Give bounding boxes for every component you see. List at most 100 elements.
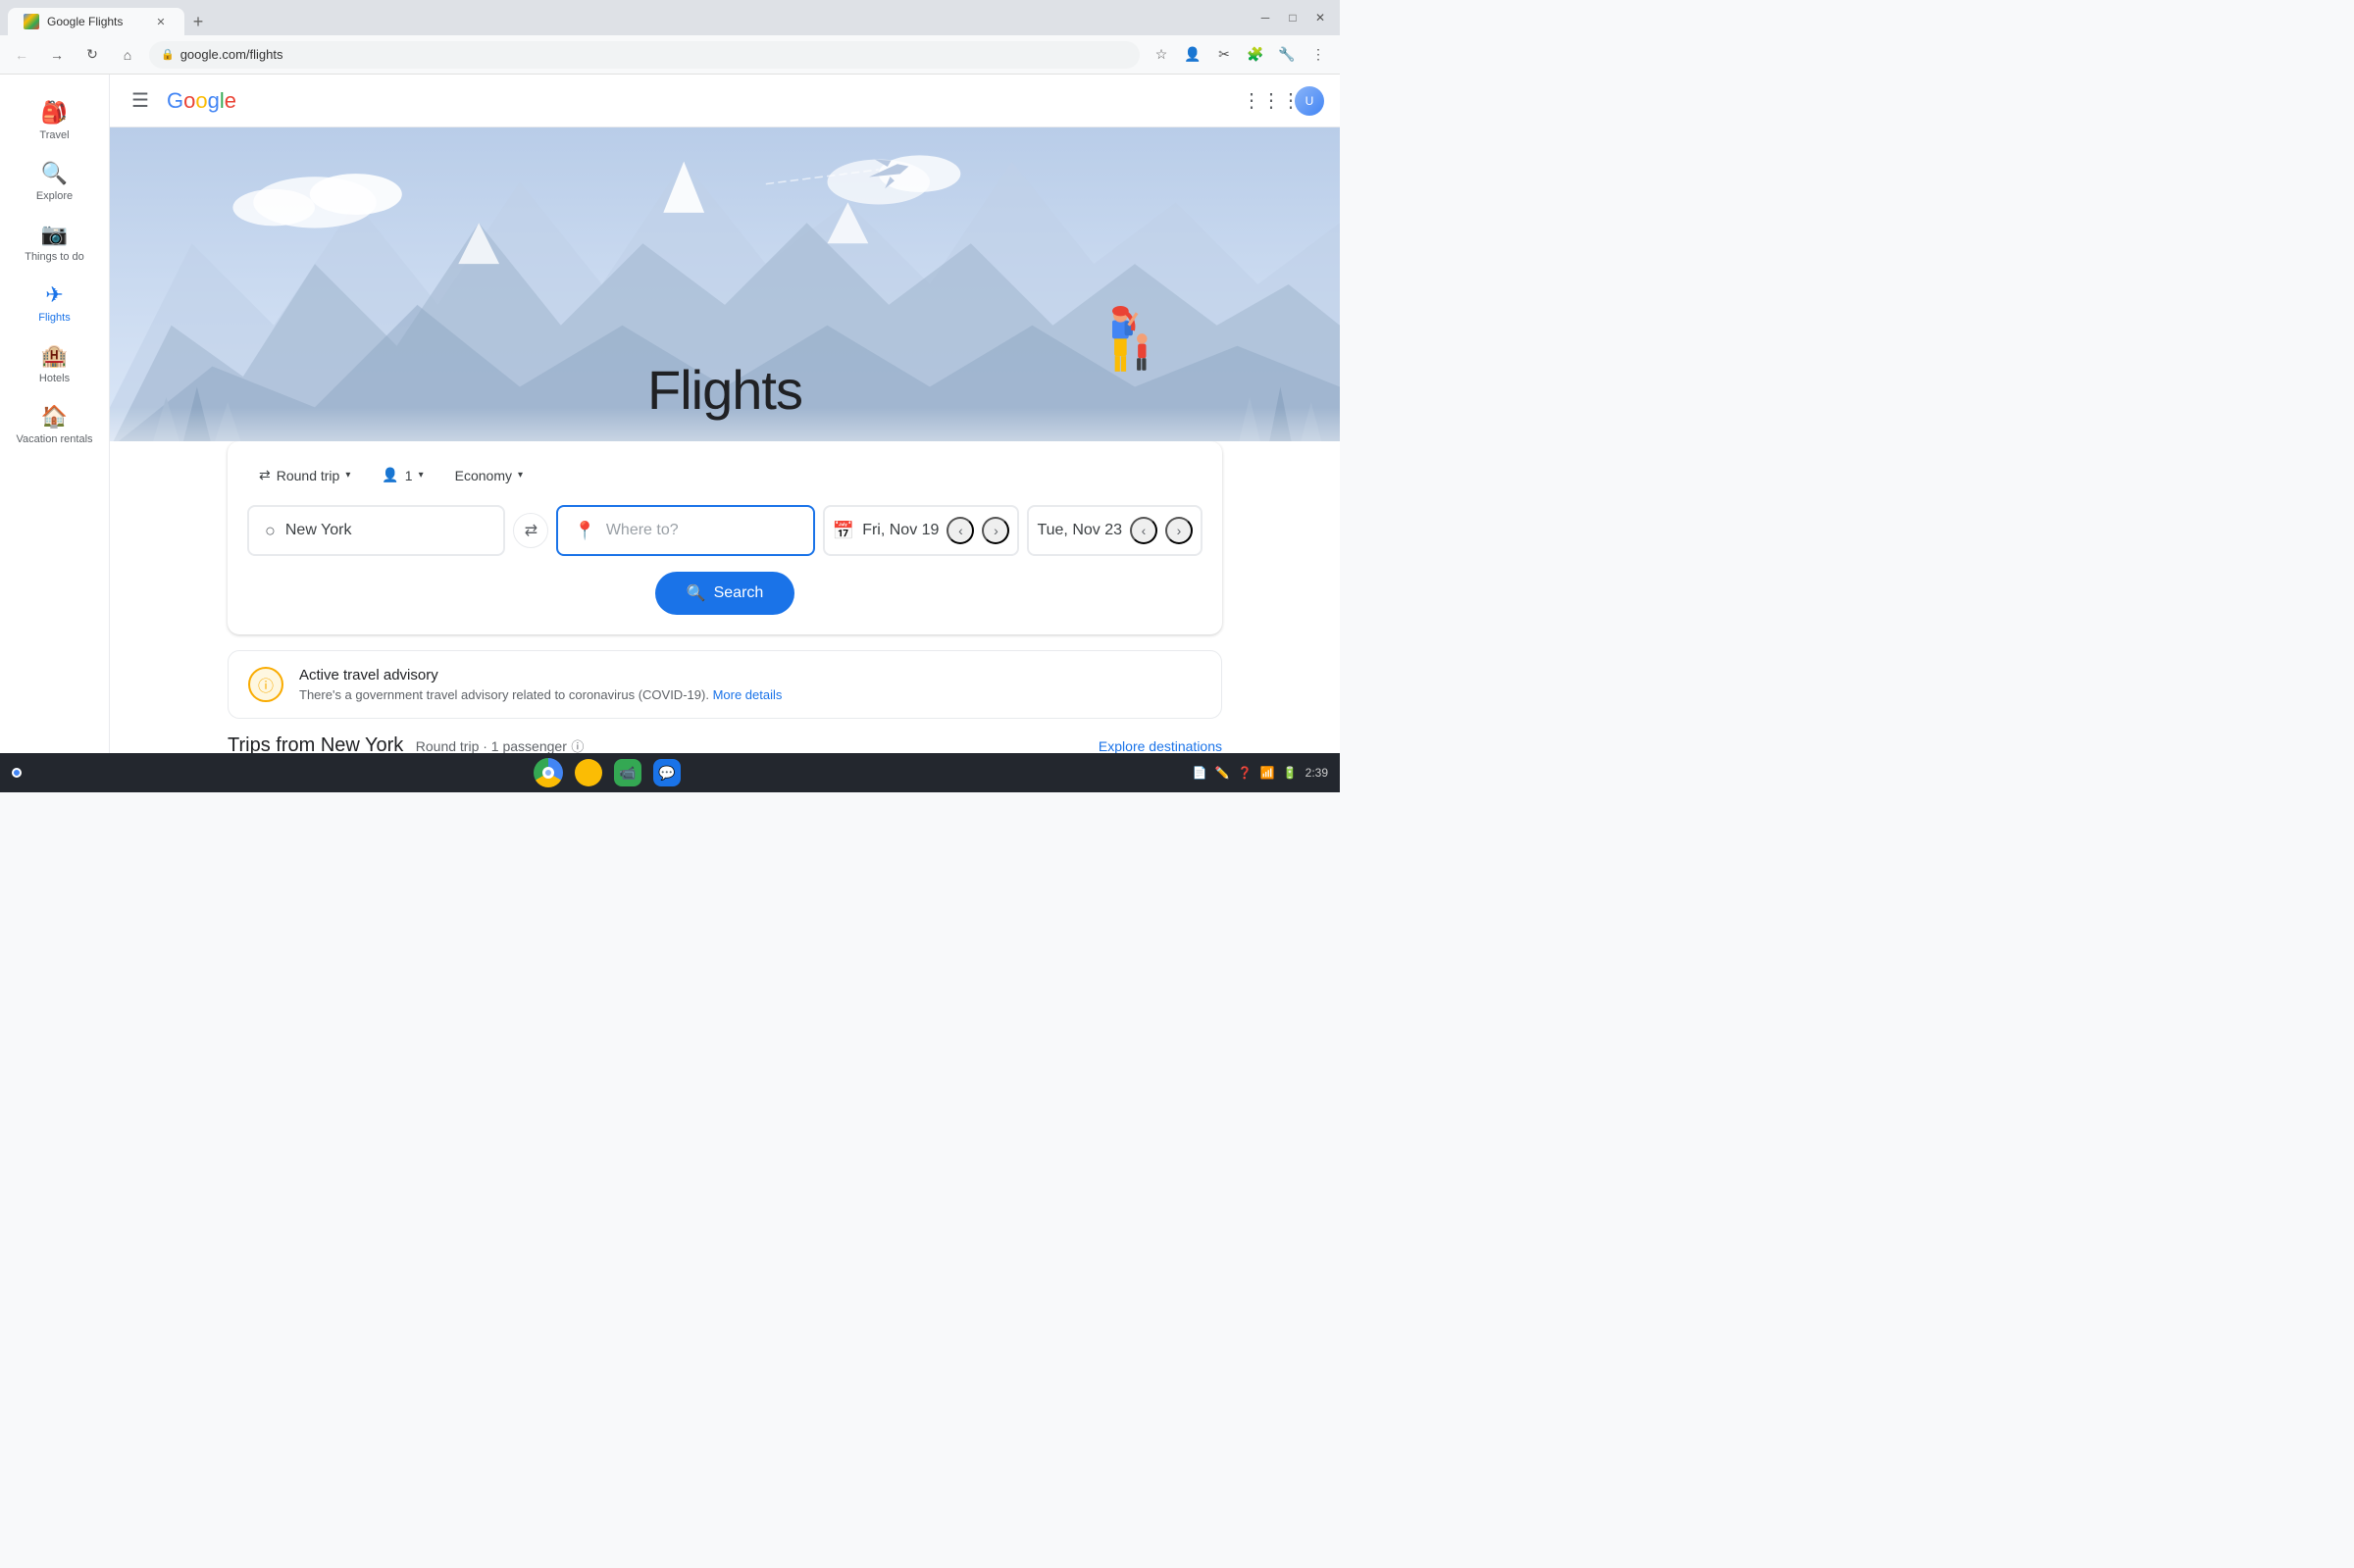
close-button[interactable]: ✕ <box>1308 6 1332 29</box>
refresh-button[interactable]: ↻ <box>78 41 106 69</box>
taskbar-pen-icon: ✏️ <box>1215 766 1230 780</box>
explore-destinations-link[interactable]: Explore destinations <box>1099 738 1222 754</box>
sidebar-label-travel: Travel <box>39 129 69 141</box>
advisory-info-icon: ⓘ <box>248 667 283 702</box>
sidebar-label-things-to-do: Things to do <box>25 251 84 263</box>
origin-field[interactable]: ○ New York <box>247 505 505 556</box>
trips-header: Trips from New York Round trip · 1 passe… <box>228 734 1222 753</box>
explore-icon: 🔍 <box>41 161 68 186</box>
extension-puzzle-icon[interactable]: 🧩 <box>1242 41 1269 69</box>
taskbar-app-icon-3[interactable]: 💬 <box>653 759 681 786</box>
active-tab[interactable]: Google Flights ✕ <box>8 8 184 35</box>
page-title: Flights <box>647 358 802 422</box>
lock-icon: 🔒 <box>161 48 175 61</box>
sidebar-item-vacation-rentals[interactable]: 🏠 Vacation rentals <box>0 394 109 455</box>
google-apps-button[interactable]: ⋮⋮⋮ <box>1255 85 1287 117</box>
things-to-do-icon: 📷 <box>41 222 68 247</box>
sidebar-item-travel[interactable]: 🎒 Travel <box>0 90 109 151</box>
trips-info-icon: ⓘ <box>571 739 584 753</box>
search-button[interactable]: 🔍 Search <box>655 572 795 615</box>
hotels-icon: 🏨 <box>41 343 68 369</box>
minimize-button[interactable]: ─ <box>1254 6 1277 29</box>
tab-close-button[interactable]: ✕ <box>153 14 169 29</box>
taskbar-app-icon-2[interactable]: 📹 <box>614 759 641 786</box>
search-panel: ⇄ Round trip ▾ 👤 1 ▾ Economy ▾ ○ <box>228 441 1222 634</box>
sidebar-item-flights[interactable]: ✈ Flights <box>0 273 109 333</box>
cabin-class-chevron: ▾ <box>518 470 523 481</box>
extension-icon[interactable]: 🔧 <box>1273 41 1301 69</box>
maximize-button[interactable]: □ <box>1281 6 1305 29</box>
departure-date-value: Fri, Nov 19 <box>862 522 939 539</box>
sidebar-label-explore: Explore <box>36 190 73 202</box>
passengers-label: 1 <box>405 468 413 483</box>
address-bar[interactable]: 🔒 google.com/flights <box>149 41 1140 69</box>
tab-title: Google Flights <box>47 15 145 28</box>
return-date-prev[interactable]: ‹ <box>1130 517 1157 544</box>
swap-airports-button[interactable]: ⇄ <box>513 513 548 548</box>
page: 🎒 Travel 🔍 Explore 📷 Things to do ✈ Flig… <box>0 75 1340 753</box>
departure-date-field[interactable]: 📅 Fri, Nov 19 ‹ › <box>823 505 1020 556</box>
departure-date-next[interactable]: › <box>982 517 1009 544</box>
departure-date-prev[interactable]: ‹ <box>947 517 974 544</box>
profile-icon[interactable]: 👤 <box>1179 41 1206 69</box>
window-controls: ─ □ ✕ <box>1254 6 1332 29</box>
tab-area: Google Flights ✕ + <box>8 0 1246 35</box>
header-left: ☰ Google <box>126 82 236 119</box>
person-icon: 👤 <box>382 467 398 483</box>
forward-button[interactable]: → <box>43 41 71 69</box>
trips-subtitle: Round trip · 1 passenger <box>416 738 567 753</box>
toolbar-actions: ☆ 👤 ✂ 🧩 🔧 ⋮ <box>1148 41 1332 69</box>
origin-dot-icon: ○ <box>265 521 276 541</box>
destination-field[interactable]: 📍 Where to? <box>556 505 814 556</box>
location-pin-icon: 📍 <box>574 521 595 541</box>
taskbar: 📹 💬 📄 ✏️ ❓ 📶 🔋 2:39 <box>0 753 1340 792</box>
bookmark-button[interactable]: ☆ <box>1148 41 1175 69</box>
destination-placeholder: Where to? <box>606 522 679 539</box>
trip-type-label: Round trip <box>277 468 340 483</box>
return-date-value: Tue, Nov 23 <box>1037 522 1122 539</box>
cabin-class-button[interactable]: Economy ▾ <box>443 462 535 489</box>
main-content: ☰ Google ⋮⋮⋮ U <box>110 75 1340 753</box>
new-tab-button[interactable]: + <box>184 8 212 35</box>
trip-type-chevron: ▾ <box>345 470 350 481</box>
taskbar-app-icon-1[interactable] <box>575 759 602 786</box>
extension-scissors-icon[interactable]: ✂ <box>1210 41 1238 69</box>
origin-value: New York <box>285 522 352 539</box>
battery-icon: 🔋 <box>1283 766 1298 780</box>
sidebar: 🎒 Travel 🔍 Explore 📷 Things to do ✈ Flig… <box>0 75 110 753</box>
home-button[interactable]: ⌂ <box>114 41 141 69</box>
back-button[interactable]: ← <box>8 41 35 69</box>
sidebar-item-things-to-do[interactable]: 📷 Things to do <box>0 212 109 273</box>
trips-section: Trips from New York Round trip · 1 passe… <box>228 734 1222 753</box>
search-button-label: Search <box>714 584 764 602</box>
hamburger-menu[interactable]: ☰ <box>126 82 155 119</box>
passengers-button[interactable]: 👤 1 ▾ <box>370 461 435 489</box>
search-btn-container: 🔍 Search <box>247 572 1203 615</box>
taskbar-chrome-icon[interactable] <box>534 758 563 787</box>
browser-titlebar: Google Flights ✕ + ─ □ ✕ <box>0 0 1340 35</box>
calendar-icon: 📅 <box>833 521 854 541</box>
advisory-content: Active travel advisory There's a governm… <box>299 667 782 702</box>
avatar-initial: U <box>1305 94 1314 108</box>
taskbar-help-icon: ❓ <box>1238 766 1253 780</box>
swap-arrows-icon: ⇄ <box>525 521 537 540</box>
return-date-field[interactable]: Tue, Nov 23 ‹ › <box>1027 505 1203 556</box>
url-text: google.com/flights <box>180 47 283 62</box>
taskbar-center: 📹 💬 <box>534 758 681 787</box>
travel-advisory-banner: ⓘ Active travel advisory There's a gover… <box>228 650 1222 719</box>
search-options-row: ⇄ Round trip ▾ 👤 1 ▾ Economy ▾ <box>247 461 1203 489</box>
trips-title: Trips from New York <box>228 734 403 753</box>
sidebar-item-explore[interactable]: 🔍 Explore <box>0 151 109 212</box>
advisory-more-details-link[interactable]: More details <box>713 687 783 702</box>
advisory-text: There's a government travel advisory rel… <box>299 687 782 702</box>
swap-icon: ⇄ <box>259 467 271 483</box>
menu-button[interactable]: ⋮ <box>1305 41 1332 69</box>
passengers-chevron: ▾ <box>419 470 424 481</box>
return-date-next[interactable]: › <box>1165 517 1193 544</box>
sidebar-item-hotels[interactable]: 🏨 Hotels <box>0 333 109 394</box>
taskbar-document-icon: 📄 <box>1193 766 1207 780</box>
trip-type-button[interactable]: ⇄ Round trip ▾ <box>247 461 362 489</box>
browser-toolbar: ← → ↻ ⌂ 🔒 google.com/flights ☆ 👤 ✂ 🧩 🔧 ⋮ <box>0 35 1340 75</box>
sidebar-label-vacation-rentals: Vacation rentals <box>16 433 92 445</box>
user-avatar[interactable]: U <box>1295 86 1324 116</box>
